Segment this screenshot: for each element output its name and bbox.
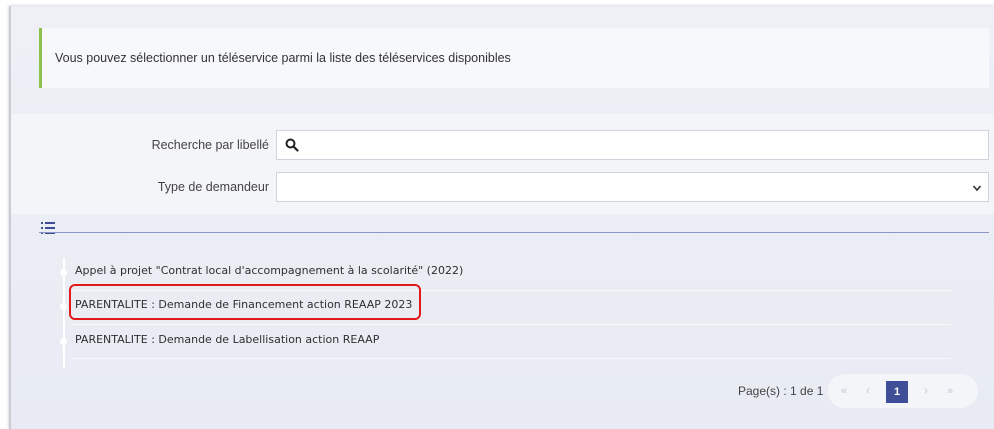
list-item-label[interactable]: PARENTALITE : Demande de Labellisation a… [75,333,379,346]
highlight-annotation [69,284,421,320]
list-divider [39,232,989,233]
list-item-label[interactable]: Appel à projet "Contrat local d'accompag… [75,264,463,277]
search-input[interactable] [307,135,981,157]
pager: « ‹ 1 › » [828,374,978,408]
list-item[interactable]: PARENTALITE : Demande de Labellisation a… [55,331,955,357]
next-page-button[interactable]: › [916,383,936,399]
chevron-down-icon [972,185,982,192]
current-page-button[interactable]: 1 [886,381,908,403]
teleservice-panel: Vous pouvez sélectionner un téléservice … [9,6,994,429]
type-select[interactable] [276,172,989,202]
info-message: Vous pouvez sélectionner un téléservice … [55,51,511,65]
bullet-dot [60,338,67,345]
prev-page-button[interactable]: ‹ [858,383,878,399]
search-field[interactable] [276,130,989,160]
first-page-button[interactable]: « [834,383,854,399]
filter-panel: Recherche par libellé Type de demandeur [11,114,994,214]
bullet-dot [60,303,67,310]
bullet-dot [60,269,67,276]
list-separator [71,324,951,325]
info-box: Vous pouvez sélectionner un téléservice … [39,28,989,88]
page-info: Page(s) : 1 de 1 [738,384,824,398]
type-label: Type de demandeur [157,180,269,194]
search-label: Recherche par libellé [151,138,269,152]
last-page-button[interactable]: » [940,383,960,399]
list-separator [71,358,951,359]
search-icon [285,138,299,152]
